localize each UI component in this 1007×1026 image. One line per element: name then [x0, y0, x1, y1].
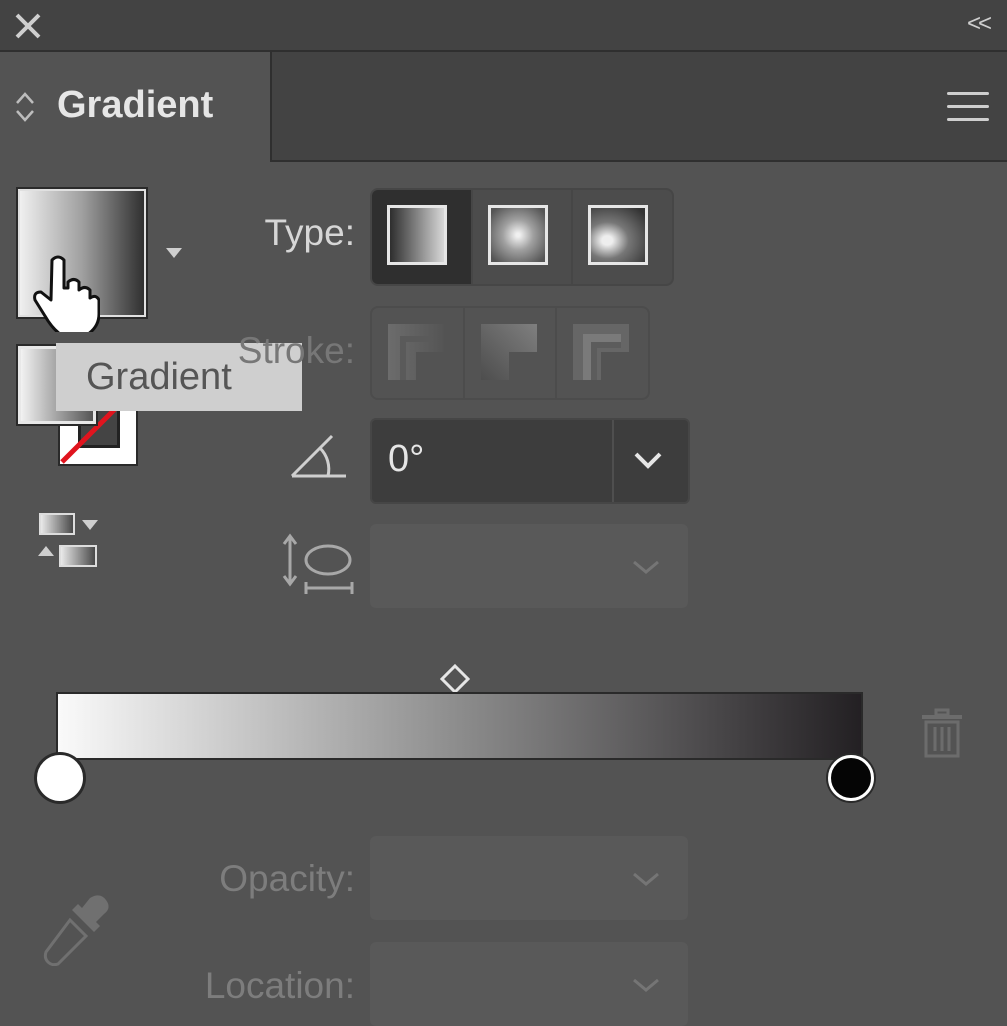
tab-gradient[interactable]: Gradient: [0, 52, 272, 162]
close-icon[interactable]: [14, 12, 42, 40]
aspect-ratio-field[interactable]: [370, 524, 688, 608]
chevron-down-icon[interactable]: [630, 556, 662, 578]
freeform-gradient-button[interactable]: [573, 190, 672, 284]
tab-strip-divider: [272, 160, 1007, 162]
gradient-slider-bar[interactable]: [56, 692, 863, 760]
angle-icon: [290, 434, 346, 478]
gradient-type-group: [370, 188, 674, 286]
hamburger-menu-icon[interactable]: [947, 92, 989, 124]
aspect-ratio-icon: [282, 533, 354, 594]
stroke-gradient-group: [370, 306, 650, 400]
midpoint-diamond-icon[interactable]: [440, 664, 470, 694]
stroke-across-button[interactable]: [557, 308, 648, 398]
linear-gradient-button[interactable]: [372, 190, 473, 284]
chevron-down-icon[interactable]: [630, 974, 662, 996]
stroke-along-button[interactable]: [465, 308, 558, 398]
tab-strip: Gradient: [0, 52, 1007, 162]
chevron-down-icon[interactable]: [632, 448, 664, 472]
type-label: Type:: [264, 212, 356, 253]
radial-gradient-button[interactable]: [473, 190, 574, 284]
trash-icon[interactable]: [920, 708, 964, 758]
location-field[interactable]: [370, 942, 688, 1026]
collapse-panel-icon[interactable]: <<: [967, 10, 992, 38]
panel-title: Gradient: [57, 84, 214, 126]
gradient-stop-white[interactable]: [37, 755, 83, 801]
gradient-stop-black[interactable]: [828, 755, 874, 801]
stroke-within-button[interactable]: [372, 308, 465, 398]
swap-fill-stroke-icon[interactable]: [36, 512, 106, 572]
angle-value[interactable]: 0°: [388, 438, 424, 481]
hand-cursor-icon: [33, 255, 100, 332]
eyedropper-icon[interactable]: [40, 892, 114, 966]
up-down-arrows-icon[interactable]: [14, 90, 36, 124]
location-label: Location:: [204, 965, 355, 1006]
panel-top-bar: <<: [0, 0, 1007, 52]
opacity-label: Opacity:: [219, 858, 355, 899]
opacity-field[interactable]: [370, 836, 688, 920]
angle-field[interactable]: 0°: [370, 418, 690, 504]
chevron-down-icon[interactable]: [630, 868, 662, 890]
stroke-label: Stroke:: [237, 330, 355, 371]
